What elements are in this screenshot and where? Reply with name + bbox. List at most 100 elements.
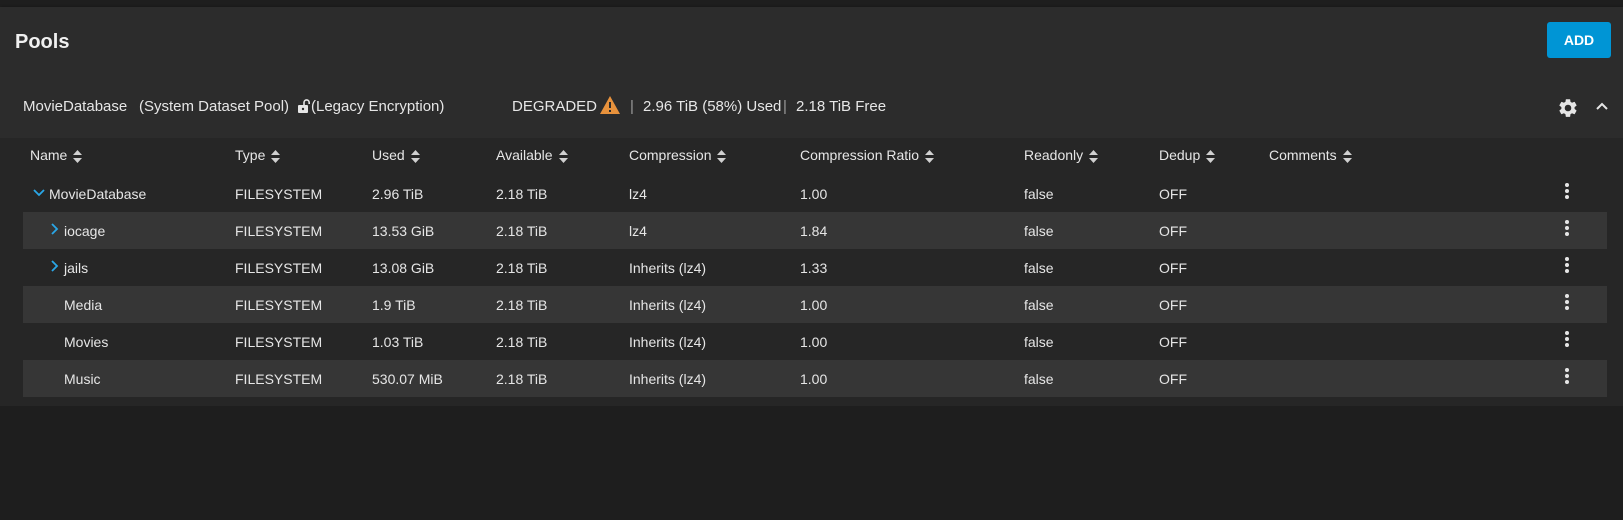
cell-compression: lz4 [629,186,647,202]
chevron-up-icon[interactable] [1595,99,1609,113]
pool-used: 2.96 TiB (58%) Used [643,98,782,115]
cell-used: 530.07 MiB [372,371,443,387]
column-label: Compression [629,147,712,163]
cell-type: FILESYSTEM [235,334,323,350]
cell-type: FILESYSTEM [235,260,323,276]
cell-name: Movies [64,334,109,350]
more-vert-icon[interactable] [1564,182,1570,200]
cell-available: 2.18 TiB [496,297,548,313]
system-dataset-tag: (System Dataset Pool) [139,98,290,115]
cell-readonly: false [1024,260,1054,276]
more-vert-icon[interactable] [1564,293,1570,311]
cell-compression-ratio: 1.00 [800,371,828,387]
chevron-down-icon[interactable] [33,188,45,198]
cell-readonly: false [1024,297,1054,313]
column-label: Dedup [1159,147,1201,163]
cell-type: FILESYSTEM [235,297,323,313]
unlock-icon[interactable] [297,99,311,113]
table-row[interactable]: Music FILESYSTEM 530.07 MiB 2.18 TiB Inh… [23,360,1607,397]
column-header-name[interactable]: Name [30,147,83,163]
pool-name: MovieDatabase [23,98,128,115]
cell-compression: Inherits (lz4) [629,297,707,313]
cell-dedup: OFF [1159,223,1187,239]
pool-card: Pools ADD MovieDatabase (System Dataset … [0,7,1623,406]
cell-name: Media [64,297,103,313]
cell-type: FILESYSTEM [235,223,323,239]
gear-icon[interactable] [1557,97,1579,119]
sort-icon [1089,149,1099,163]
cell-name: MovieDatabase [49,186,147,202]
cell-dedup: OFF [1159,186,1187,202]
cell-dedup: OFF [1159,297,1187,313]
column-label: Available [496,147,553,163]
table-row[interactable]: jails FILESYSTEM 13.08 GiB 2.18 TiB Inhe… [23,249,1607,286]
cell-used: 1.03 TiB [372,334,424,350]
cell-readonly: false [1024,334,1054,350]
column-label: Comments [1269,147,1337,163]
add-button[interactable]: ADD [1547,22,1611,58]
cell-compression-ratio: 1.00 [800,297,828,313]
cell-available: 2.18 TiB [496,260,548,276]
pool-status: DEGRADED [512,98,598,115]
cell-readonly: false [1024,223,1054,239]
chevron-right-icon[interactable] [50,223,60,235]
column-header-compression-ratio[interactable]: Compression Ratio [800,147,935,163]
cell-type: FILESYSTEM [235,371,323,387]
cell-compression-ratio: 1.33 [800,260,828,276]
column-header-used[interactable]: Used [372,147,420,163]
encryption-tag: (Legacy Encryption) [311,98,445,115]
cell-name: jails [64,260,89,276]
cell-compression-ratio: 1.84 [800,223,828,239]
warning-icon [600,96,620,114]
cell-dedup: OFF [1159,260,1187,276]
column-header-readonly[interactable]: Readonly [1024,147,1099,163]
more-vert-icon[interactable] [1564,219,1570,237]
sort-icon [410,149,420,163]
cell-dedup: OFF [1159,334,1187,350]
column-label: Compression Ratio [800,147,920,163]
cell-name: Music [64,371,101,387]
cell-available: 2.18 TiB [496,371,548,387]
table-row[interactable]: iocage FILESYSTEM 13.53 GiB 2.18 TiB lz4… [23,212,1607,249]
column-header-type[interactable]: Type [235,147,281,163]
sort-icon [925,149,935,163]
column-header-comments[interactable]: Comments [1269,147,1352,163]
column-label: Type [235,147,266,163]
cell-used: 2.96 TiB [372,186,424,202]
column-header-dedup[interactable]: Dedup [1159,147,1216,163]
table-row[interactable]: MovieDatabase FILESYSTEM 2.96 TiB 2.18 T… [23,175,1607,212]
separator: | [783,98,787,115]
cell-compression-ratio: 1.00 [800,334,828,350]
table-header: Name Type Used Available Compression Com… [0,138,1623,170]
more-vert-icon[interactable] [1564,256,1570,274]
table-row[interactable]: Media FILESYSTEM 1.9 TiB 2.18 TiB Inheri… [23,286,1607,323]
page-title: Pools [15,31,70,53]
cell-used: 1.9 TiB [372,297,416,313]
chevron-right-icon[interactable] [50,260,60,272]
sort-icon [1206,149,1216,163]
column-label: Readonly [1024,147,1084,163]
cell-compression: Inherits (lz4) [629,371,707,387]
sort-icon [1342,149,1352,163]
cell-compression: Inherits (lz4) [629,334,707,350]
cell-readonly: false [1024,186,1054,202]
cell-type: FILESYSTEM [235,186,323,202]
cell-compression-ratio: 1.00 [800,186,828,202]
pool-header: MovieDatabase (System Dataset Pool) (Leg… [0,75,1623,138]
cell-dedup: OFF [1159,371,1187,387]
cell-used: 13.08 GiB [372,260,435,276]
cell-used: 13.53 GiB [372,223,435,239]
column-header-available[interactable]: Available [496,147,568,163]
table-row[interactable]: Movies FILESYSTEM 1.03 TiB 2.18 TiB Inhe… [23,323,1607,360]
more-vert-icon[interactable] [1564,367,1570,385]
more-vert-icon[interactable] [1564,330,1570,348]
sort-icon [717,149,727,163]
cell-available: 2.18 TiB [496,223,548,239]
separator: | [630,98,634,115]
cell-readonly: false [1024,371,1054,387]
column-label: Used [372,147,405,163]
column-label: Name [30,147,68,163]
sort-icon [558,149,568,163]
column-header-compression[interactable]: Compression [629,147,727,163]
cell-compression: lz4 [629,223,647,239]
